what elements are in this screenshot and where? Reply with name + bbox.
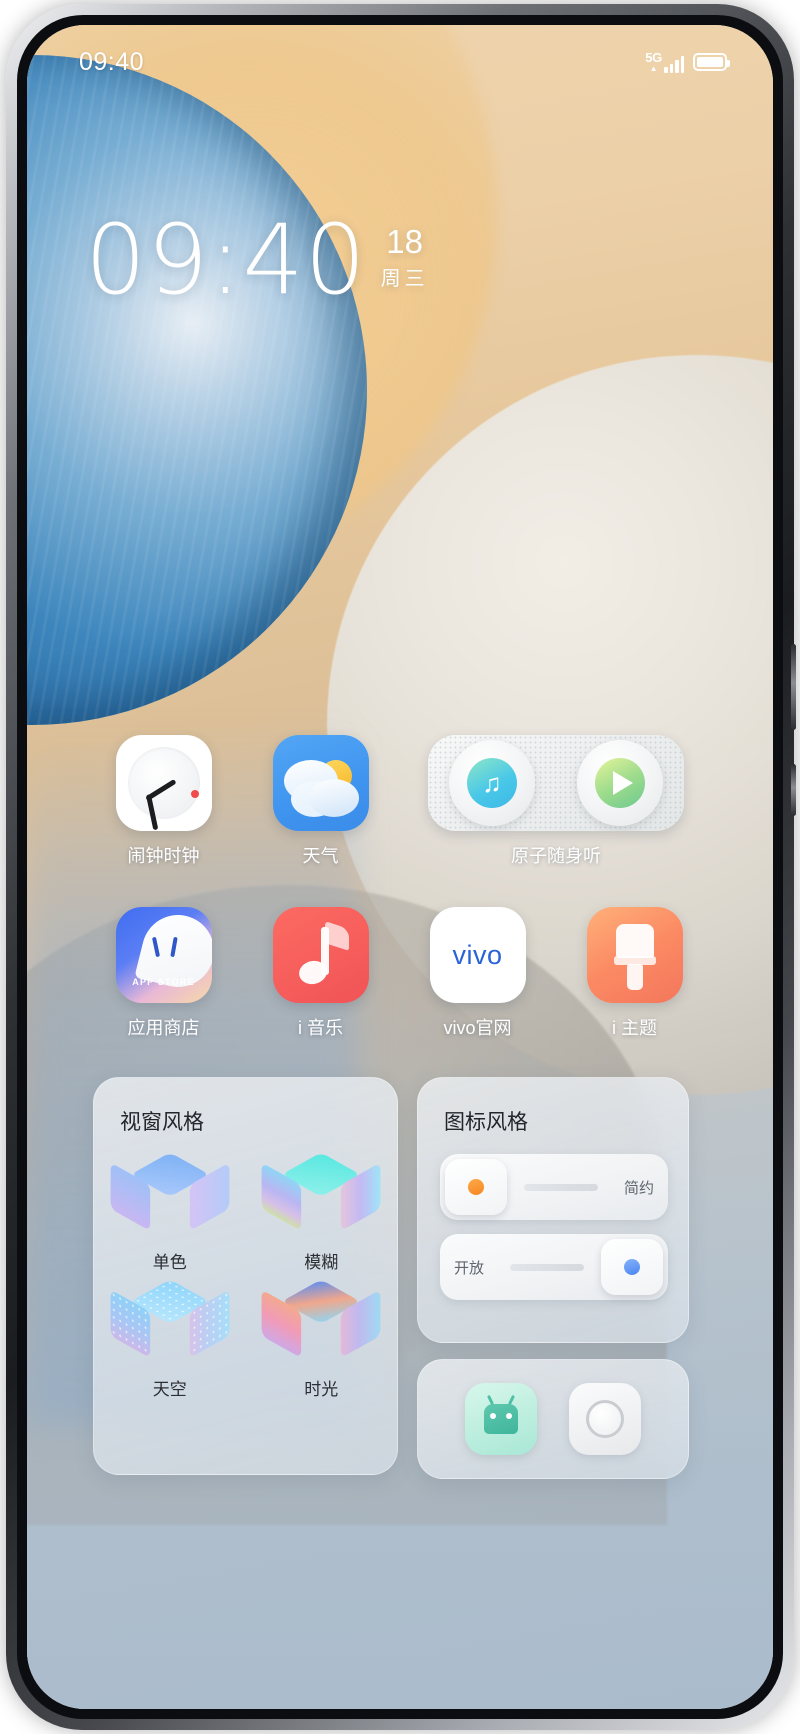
toggle-dot-icon — [468, 1179, 484, 1195]
network-5g-label: 5G — [645, 50, 662, 65]
clock-widget-day: 18 — [386, 223, 424, 260]
icon-style-toggle-open[interactable]: 开放 — [440, 1234, 668, 1300]
phone-screen: 09:40 5G ▲ 09:40 18 周三 闹钟时钟 天气 ♫ 原子随身听 A… — [27, 25, 773, 1709]
weather-cloud-sun-icon[interactable] — [272, 735, 369, 831]
phone-frame: 09:40 5G ▲ 09:40 18 周三 闹钟时钟 天气 ♫ 原子随身听 A… — [6, 4, 796, 1730]
clock-widget-time: 09:40 — [85, 204, 367, 316]
widget-window-style[interactable]: 视窗风格 单色 模糊 天空 时光 — [93, 1077, 398, 1475]
app-label-vivo-site: vivo官网 — [443, 1018, 512, 1038]
window-style-option-mono[interactable]: 单色 — [94, 1152, 246, 1273]
app-label-alarm-clock: 闹钟时钟 — [127, 846, 200, 866]
app-item-vivo-site[interactable]: vivo vivo官网 — [399, 907, 556, 1040]
cube-sky-icon — [110, 1279, 230, 1369]
app-label-atomic-player: 原子随身听 — [511, 846, 601, 866]
window-style-option-sky[interactable]: 天空 — [94, 1279, 246, 1400]
app-row-2: APP STORE 应用商店 i 音乐 vivo vivo官网 i 主题 — [85, 907, 715, 1040]
app-store-icon[interactable]: APP STORE — [115, 907, 212, 1003]
icon-preview-row — [432, 1374, 674, 1464]
app-label-i-music: i 音乐 — [298, 1018, 343, 1038]
vivo-wordmark: vivo — [452, 939, 503, 970]
network-type: 5G ▲ — [645, 51, 662, 73]
widget-icon-style[interactable]: 图标风格 简约 开放 — [417, 1077, 689, 1343]
status-bar: 09:40 5G ▲ — [27, 25, 773, 99]
app-item-alarm-clock[interactable]: 闹钟时钟 — [85, 735, 242, 868]
paint-brush-icon[interactable] — [586, 907, 683, 1003]
app-row-1: 闹钟时钟 天气 ♫ 原子随身听 — [85, 735, 715, 868]
app-store-wordmark: APP STORE — [132, 977, 195, 987]
clock-widget[interactable]: 09:40 18 周三 — [85, 204, 429, 316]
toggle-knob-simple[interactable] — [445, 1159, 507, 1215]
volume-button[interactable] — [791, 764, 796, 816]
android-robot-icon[interactable] — [464, 1383, 537, 1455]
window-style-options: 单色 模糊 天空 时光 — [94, 1152, 398, 1400]
signal-bars-icon — [664, 56, 684, 73]
camera-lens-icon[interactable] — [569, 1383, 642, 1455]
window-style-label-mono: 单色 — [152, 1253, 187, 1272]
music-note-icon: ♫ — [467, 758, 517, 808]
app-label-app-store: 应用商店 — [127, 1018, 200, 1038]
window-style-label-blur: 模糊 — [304, 1253, 339, 1272]
widget-icon-style-title: 图标风格 — [444, 1111, 528, 1134]
app-item-app-store[interactable]: APP STORE 应用商店 — [85, 907, 242, 1040]
icon-style-label-simple: 简约 — [623, 1179, 654, 1197]
phone-bezel: 09:40 5G ▲ 09:40 18 周三 闹钟时钟 天气 ♫ 原子随身听 A… — [17, 15, 783, 1719]
status-bar-indicators: 5G ▲ — [645, 51, 730, 73]
atomic-music-player-icon[interactable]: ♫ — [428, 735, 684, 831]
toggle-track-simple[interactable] — [524, 1183, 598, 1191]
app-label-weather: 天气 — [302, 846, 339, 866]
cube-monochrome-icon — [110, 1152, 230, 1242]
app-item-weather[interactable]: 天气 — [242, 735, 399, 868]
app-item-i-theme[interactable]: i 主题 — [556, 907, 713, 1040]
app-item-i-music[interactable]: i 音乐 — [242, 907, 399, 1040]
cube-blur-icon — [261, 1152, 381, 1242]
atomic-pod-music[interactable]: ♫ — [449, 740, 535, 826]
app-item-atomic-player[interactable]: ♫ 原子随身听 — [399, 735, 713, 868]
toggle-knob-open[interactable] — [601, 1239, 663, 1295]
icon-style-toggle-simple[interactable]: 简约 — [440, 1154, 668, 1220]
window-style-label-sky: 天空 — [152, 1380, 187, 1399]
window-style-option-time[interactable]: 时光 — [246, 1279, 398, 1400]
widget-icon-preview[interactable] — [417, 1359, 689, 1479]
status-bar-clock: 09:40 — [79, 47, 145, 76]
toggle-dot-icon — [624, 1259, 640, 1275]
clock-widget-weekday: 周三 — [380, 267, 429, 290]
app-label-i-theme: i 主题 — [612, 1018, 657, 1038]
play-icon — [595, 758, 645, 808]
network-arrow-icon: ▲ — [649, 64, 658, 73]
power-button[interactable] — [791, 644, 796, 730]
icon-style-label-open: 开放 — [454, 1259, 485, 1277]
cube-time-icon — [261, 1279, 381, 1369]
vivo-logo-icon[interactable]: vivo — [429, 907, 526, 1003]
battery-full-icon — [693, 53, 730, 71]
window-style-option-blur[interactable]: 模糊 — [246, 1152, 398, 1273]
network-indicator: 5G ▲ — [645, 51, 684, 73]
atomic-pod-play[interactable] — [577, 740, 663, 826]
widget-window-style-title: 视窗风格 — [120, 1111, 204, 1134]
window-style-label-time: 时光 — [304, 1380, 339, 1399]
alarm-clock-icon[interactable] — [115, 735, 212, 831]
music-note-icon[interactable] — [272, 907, 369, 1003]
toggle-track-open[interactable] — [510, 1263, 584, 1271]
clock-widget-date: 18 周三 — [380, 223, 429, 291]
